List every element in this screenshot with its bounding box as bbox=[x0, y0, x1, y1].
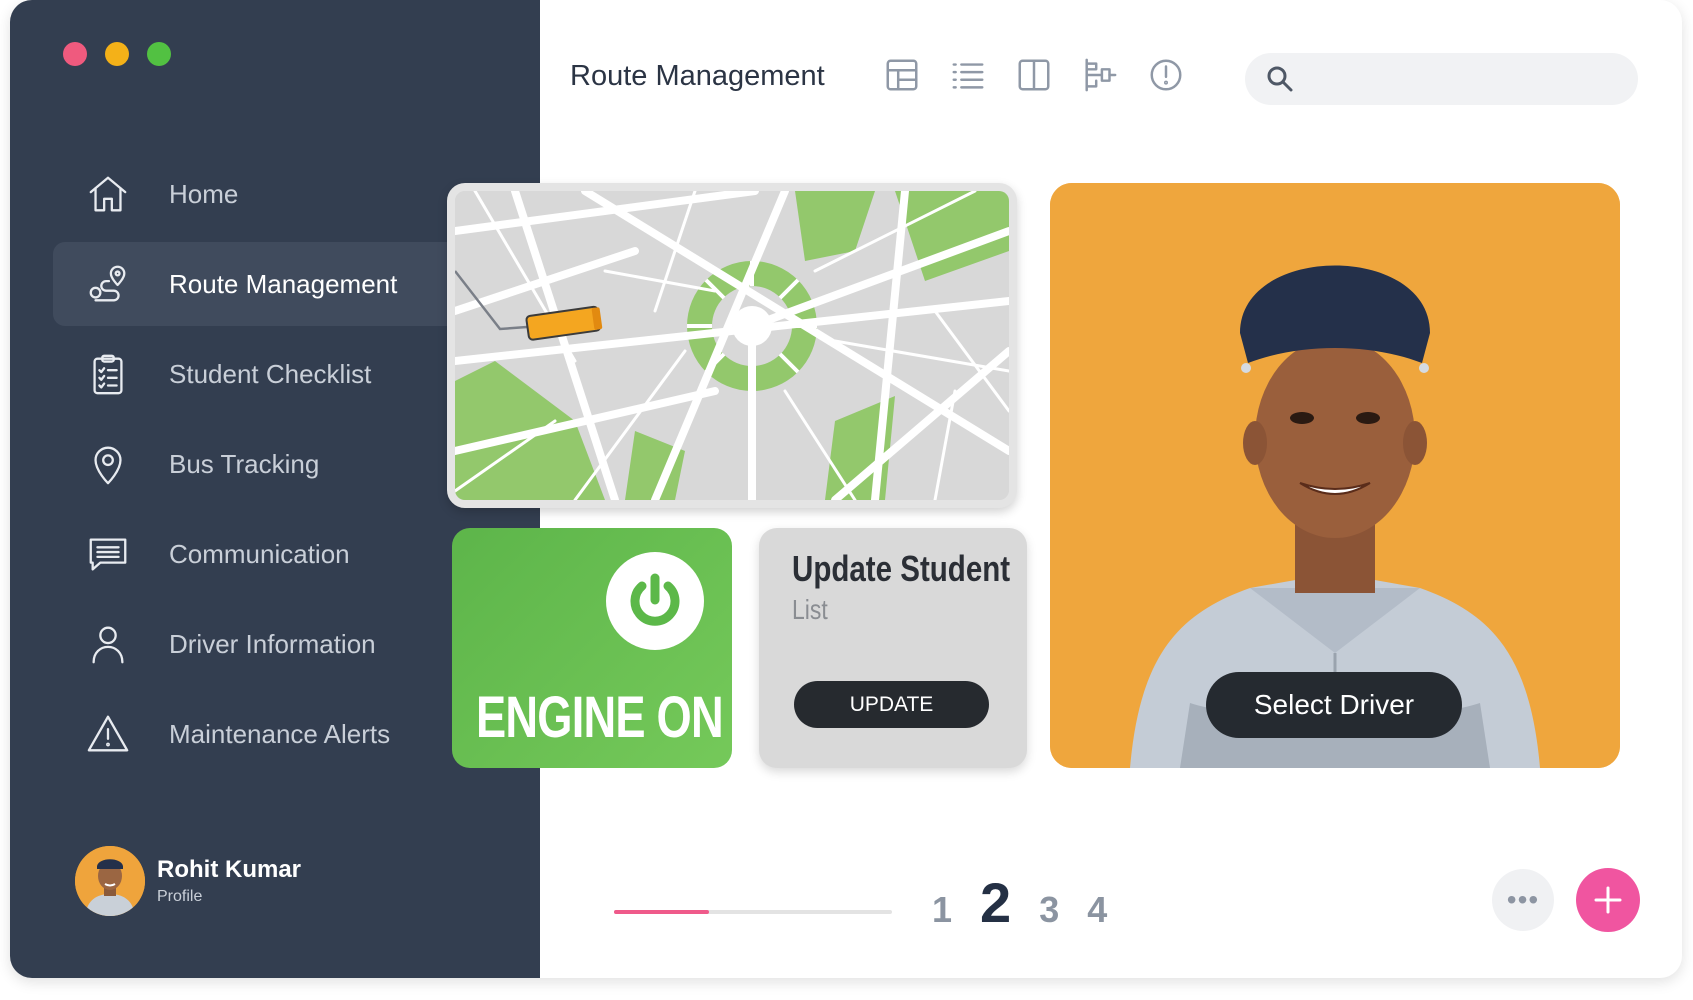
warning-icon bbox=[83, 709, 133, 759]
plus-icon bbox=[1594, 886, 1622, 914]
list-icon bbox=[952, 63, 984, 89]
update-card-subtitle: List bbox=[792, 594, 828, 625]
profile-name: Rohit Kumar bbox=[157, 856, 301, 883]
user-profile[interactable]: Rohit Kumar Profile bbox=[75, 846, 301, 916]
sidebar-item-communication[interactable]: Communication bbox=[53, 512, 473, 596]
window-controls bbox=[63, 42, 171, 66]
sidebar-item-student-checklist[interactable]: Student Checklist bbox=[53, 332, 473, 416]
sidebar-item-label: Route Management bbox=[169, 268, 398, 299]
sidebar-item-route-management[interactable]: Route Management bbox=[53, 242, 473, 326]
app-window: Home Route Management Student Checklist … bbox=[10, 0, 1682, 978]
minimize-window-button[interactable] bbox=[105, 42, 129, 66]
home-icon bbox=[83, 169, 133, 219]
power-button[interactable] bbox=[606, 552, 704, 650]
update-button[interactable]: UPDATE bbox=[794, 681, 989, 728]
split-view-button[interactable] bbox=[1014, 55, 1054, 95]
chat-icon bbox=[83, 529, 133, 579]
info-alert-icon bbox=[1150, 59, 1182, 91]
page-2[interactable]: 2 bbox=[980, 870, 1011, 935]
map-with-bus bbox=[455, 191, 1009, 500]
table-view-button[interactable] bbox=[882, 55, 922, 95]
sidebar-item-bus-tracking[interactable]: Bus Tracking bbox=[53, 422, 473, 506]
engine-status-label: ENGINE ON bbox=[476, 685, 724, 750]
list-view-button[interactable] bbox=[948, 55, 988, 95]
page-4[interactable]: 4 bbox=[1087, 889, 1107, 931]
search-input[interactable] bbox=[1307, 67, 1627, 91]
location-pin-icon bbox=[83, 439, 133, 489]
engine-toggle-card[interactable]: ENGINE ON bbox=[452, 528, 732, 768]
update-card-title: Update Student bbox=[792, 548, 1011, 589]
profile-subtitle: Profile bbox=[157, 888, 203, 905]
page-3[interactable]: 3 bbox=[1039, 889, 1059, 931]
page-1[interactable]: 1 bbox=[932, 889, 952, 931]
sidebar-item-label: Communication bbox=[169, 538, 350, 569]
power-icon bbox=[630, 573, 680, 626]
search-icon bbox=[1267, 66, 1293, 92]
more-options-button[interactable]: ••• bbox=[1492, 869, 1554, 931]
page-title: Route Management bbox=[570, 60, 825, 92]
sidebar-item-home[interactable]: Home bbox=[53, 152, 473, 236]
view-toolbar bbox=[882, 55, 1186, 95]
route-map-card[interactable] bbox=[447, 183, 1017, 508]
page-progress-track bbox=[614, 910, 892, 914]
sidebar-item-label: Home bbox=[169, 178, 239, 209]
info-alert-button[interactable] bbox=[1146, 55, 1186, 95]
update-student-card: Update Student List UPDATE bbox=[759, 528, 1027, 768]
close-window-button[interactable] bbox=[63, 42, 87, 66]
sidebar-nav: Home Route Management Student Checklist … bbox=[53, 152, 473, 782]
sidebar-item-driver-information[interactable]: Driver Information bbox=[53, 602, 473, 686]
page-progress-fill bbox=[614, 910, 709, 914]
table-icon bbox=[886, 59, 918, 91]
clipboard-checklist-icon bbox=[83, 349, 133, 399]
columns-icon bbox=[1018, 59, 1050, 91]
user-icon bbox=[83, 619, 133, 669]
sidebar-item-label: Bus Tracking bbox=[169, 448, 320, 479]
sidebar-item-maintenance-alerts[interactable]: Maintenance Alerts bbox=[53, 692, 473, 776]
select-driver-button[interactable]: Select Driver bbox=[1206, 672, 1462, 738]
sidebar-item-label: Driver Information bbox=[169, 628, 376, 659]
pagination: 1 2 3 4 bbox=[932, 870, 1135, 935]
hierarchy-icon bbox=[1085, 58, 1117, 92]
maximize-window-button[interactable] bbox=[147, 42, 171, 66]
route-icon bbox=[83, 259, 133, 309]
add-button[interactable] bbox=[1576, 868, 1640, 932]
hierarchy-view-button[interactable] bbox=[1080, 55, 1120, 95]
driver-card: Select Driver bbox=[1050, 183, 1620, 768]
search-bar[interactable] bbox=[1245, 53, 1638, 105]
sidebar-item-label: Maintenance Alerts bbox=[169, 718, 391, 749]
sidebar-item-label: Student Checklist bbox=[169, 358, 372, 389]
avatar bbox=[75, 846, 145, 916]
